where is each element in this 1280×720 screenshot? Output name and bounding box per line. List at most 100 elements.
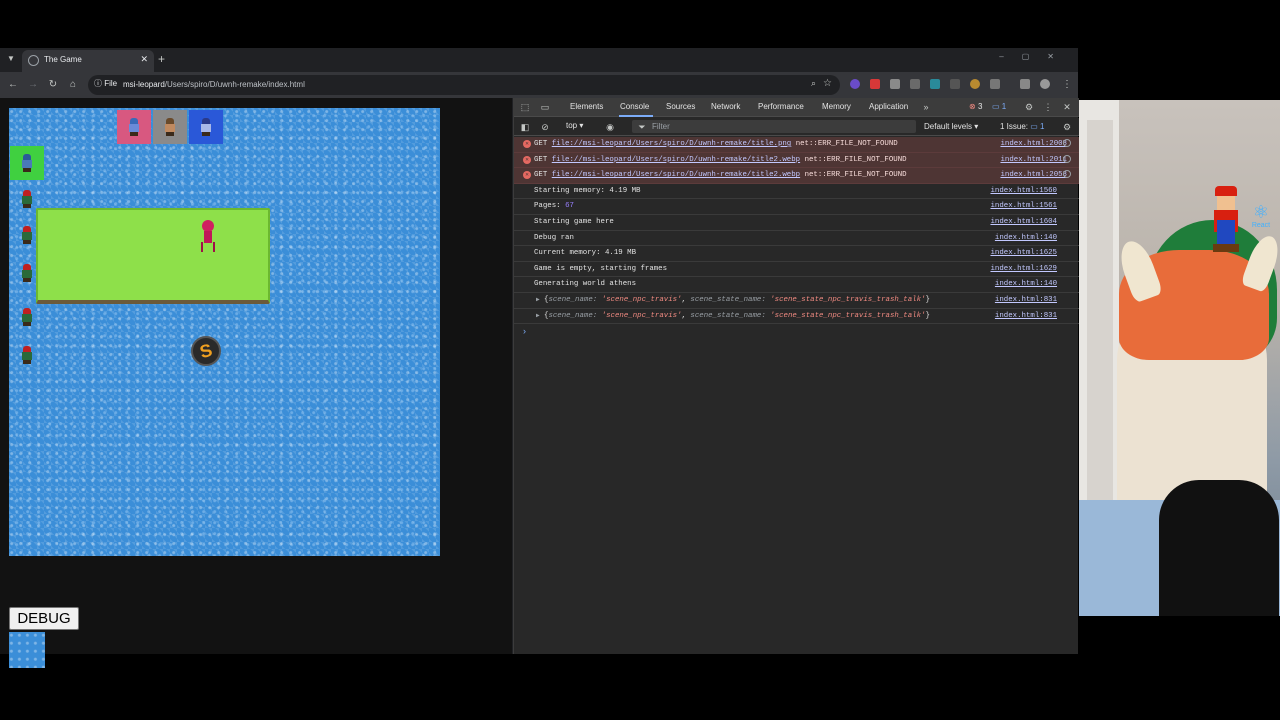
console-error-row: ✕ GET file://msi-leopard/Users/spiro/D/u… xyxy=(514,152,1079,169)
source-link[interactable]: index.html:1560 xyxy=(990,187,1057,195)
source-link[interactable]: index.html:1604 xyxy=(990,218,1057,226)
source-link[interactable]: index.html:831 xyxy=(995,312,1057,320)
error-count-badge[interactable]: ⊗ 3 xyxy=(969,102,982,111)
tab-elements[interactable]: Elements xyxy=(570,102,603,111)
log-levels-label: Default levels xyxy=(924,122,973,131)
site-info-chip[interactable]: ⓘ File xyxy=(94,78,117,89)
extension-icon[interactable] xyxy=(870,79,880,89)
console-object-row[interactable]: ▶ {scene_name: 'scene_npc_travis', scene… xyxy=(514,293,1079,309)
address-bar[interactable]: ⓘ File msi-leopard/Users/spiro/D/uwnh-re… xyxy=(88,75,840,95)
source-link[interactable]: index.html:1629 xyxy=(990,265,1057,273)
tab-search-icon[interactable]: ▼ xyxy=(4,52,18,66)
console-prompt[interactable]: › xyxy=(514,324,1079,340)
extension-icon[interactable] xyxy=(850,79,860,89)
source-link[interactable]: index.html:2008 xyxy=(1000,140,1067,148)
react-logo-icon: ⚛ React xyxy=(1247,202,1275,234)
console-object-row[interactable]: ▶ {scene_name: 'scene_npc_travis', scene… xyxy=(514,309,1079,325)
bookmark-star-icon[interactable]: ☆ xyxy=(823,78,832,89)
console-settings-gear-icon[interactable]: ⚙ xyxy=(1061,121,1073,133)
tab-sources[interactable]: Sources xyxy=(666,102,695,111)
request-url-link[interactable]: file://msi-leopard/Users/spiro/D/uwnh-re… xyxy=(552,156,800,164)
zoom-icon[interactable]: ⌕ xyxy=(811,78,816,89)
home-icon[interactable]: ⌂ xyxy=(66,78,80,92)
tab-console[interactable]: Console xyxy=(620,102,649,111)
source-link[interactable]: index.html:140 xyxy=(995,280,1057,288)
game-canvas[interactable]: S xyxy=(9,108,440,556)
issues-badge[interactable]: 1 Issue: ▭ 1 xyxy=(1000,122,1044,131)
log-levels-dropdown[interactable]: Default levels ▾ xyxy=(924,122,978,131)
source-link[interactable]: index.html:1561 xyxy=(990,202,1057,210)
request-url-link[interactable]: file://msi-leopard/Users/spiro/D/uwnh-re… xyxy=(552,171,800,179)
request-method: GET xyxy=(534,171,548,180)
source-link[interactable]: index.html:1625 xyxy=(990,249,1057,257)
back-icon[interactable]: ← xyxy=(6,78,20,92)
source-link[interactable]: index.html:2053 xyxy=(1000,171,1067,179)
window-controls[interactable]: –▢✕ xyxy=(999,52,1072,61)
issues-count: 1 xyxy=(1040,122,1045,131)
network-request-icon[interactable] xyxy=(1063,170,1071,179)
source-link[interactable]: index.html:140 xyxy=(995,234,1057,242)
devtools-menu-icon[interactable]: ⋮ xyxy=(1042,101,1054,113)
extension-icon[interactable] xyxy=(910,79,920,89)
expand-caret-icon[interactable]: ▶ xyxy=(536,312,540,319)
source-link[interactable]: index.html:2011 xyxy=(1000,156,1067,164)
new-tab-icon[interactable]: + xyxy=(158,52,165,66)
extension-icon[interactable] xyxy=(970,79,980,89)
background-door xyxy=(1087,120,1113,500)
globe-icon xyxy=(28,55,39,66)
menu-kebab-icon[interactable]: ⋮ xyxy=(1060,78,1074,92)
clear-console-icon[interactable]: ⊘ xyxy=(539,121,551,133)
extension-icon[interactable] xyxy=(950,79,960,89)
tab-the-game[interactable]: The Game ✕ xyxy=(22,50,154,72)
media-icon[interactable] xyxy=(1020,79,1030,89)
grass-island xyxy=(36,208,270,304)
device-toolbar-icon[interactable]: ▭ xyxy=(539,101,551,113)
request-url-link[interactable]: file://msi-leopard/Users/spiro/D/uwnh-re… xyxy=(552,140,792,148)
forward-icon[interactable]: → xyxy=(26,78,40,92)
tab-network[interactable]: Network xyxy=(711,102,740,111)
coin-token-icon[interactable]: S xyxy=(191,336,221,366)
error-icon: ✕ xyxy=(523,155,531,164)
microphone xyxy=(1159,480,1279,616)
settings-gear-icon[interactable]: ⚙ xyxy=(1023,101,1035,113)
extension-icon[interactable] xyxy=(930,79,940,89)
log-text: Debug ran xyxy=(534,233,574,242)
network-request-icon[interactable] xyxy=(1063,139,1071,147)
log-number: 67 xyxy=(565,202,574,211)
object-key: scene_name: xyxy=(548,311,598,320)
extension-icon[interactable] xyxy=(890,79,900,89)
live-expression-eye-icon[interactable]: ◉ xyxy=(604,121,616,133)
network-request-icon[interactable] xyxy=(1063,154,1071,163)
reload-icon[interactable]: ↻ xyxy=(46,78,60,92)
debug-button[interactable]: DEBUG xyxy=(9,607,79,630)
tab-memory[interactable]: Memory xyxy=(822,102,851,111)
error-status: net::ERR_FILE_NOT_FOUND xyxy=(804,171,907,180)
close-devtools-icon[interactable]: ✕ xyxy=(1061,101,1073,113)
filter-icon: ⏷ xyxy=(638,122,646,132)
browser-window: ▼ The Game ✕ + –▢✕ ← → ↻ ⌂ ⓘ File msi-le… xyxy=(0,48,1079,668)
error-icon: ✕ xyxy=(523,171,531,180)
inspect-element-icon[interactable]: ⬚ xyxy=(519,101,531,113)
page-viewport: S DEBUG xyxy=(0,98,512,668)
sidebar-toggle-icon[interactable]: ◧ xyxy=(519,121,531,133)
tab-strip: ▼ The Game ✕ + –▢✕ xyxy=(0,48,1078,72)
expand-caret-icon[interactable]: ▶ xyxy=(536,296,540,303)
url-text[interactable]: msi-leopard/Users/spiro/D/uwnh-remake/in… xyxy=(123,80,305,89)
character-portrait xyxy=(117,110,151,144)
character-portrait xyxy=(189,110,223,144)
profile-icon[interactable] xyxy=(1040,79,1050,89)
close-icon[interactable]: ✕ xyxy=(140,54,148,65)
context-selector[interactable]: top ▾ xyxy=(566,121,583,130)
tab-application[interactable]: Application xyxy=(869,102,908,111)
object-value: 'scene_npc_travis' xyxy=(601,295,682,304)
console-log-row: Current memory: 4.19 MB index.html:1625 xyxy=(514,246,1079,262)
npc-sprite[interactable] xyxy=(199,220,217,254)
source-link[interactable]: index.html:831 xyxy=(995,296,1057,304)
more-tabs-icon[interactable]: » xyxy=(920,101,932,113)
extensions-puzzle-icon[interactable] xyxy=(990,79,1000,89)
console-log-row: Starting game here index.html:1604 xyxy=(514,215,1079,231)
filter-input[interactable]: ⏷ Filter xyxy=(632,120,916,133)
tab-performance[interactable]: Performance xyxy=(758,102,804,111)
message-count-badge[interactable]: ▭ 1 xyxy=(992,102,1006,111)
screen: ▼ The Game ✕ + –▢✕ ← → ↻ ⌂ ⓘ File msi-le… xyxy=(0,0,1280,720)
